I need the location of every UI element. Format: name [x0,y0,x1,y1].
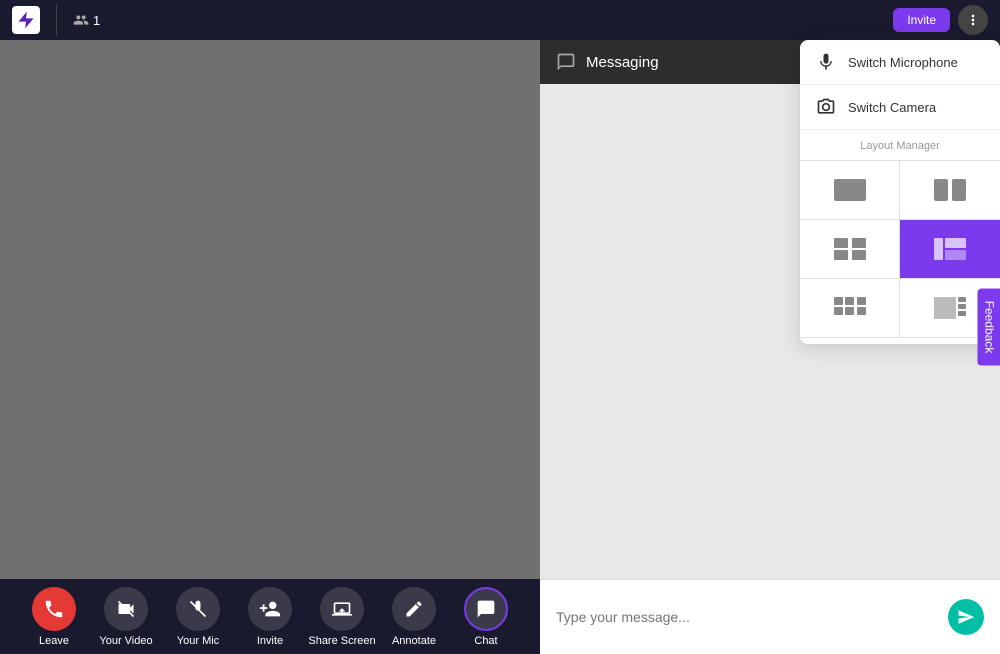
chat-button[interactable]: Chat [452,581,520,653]
share-screen-icon [320,587,364,631]
leave-icon [32,587,76,631]
your-video-button[interactable]: Your Video [92,581,160,653]
chat-label: Chat [474,635,497,647]
layout-split-h[interactable] [900,161,1000,220]
layout-grid [800,160,1000,338]
annotate-label: Annotate [392,635,436,647]
switch-camera-item[interactable]: Switch Camera [800,85,1000,130]
layout-manager-section: Layout Manager [800,130,1000,344]
your-mic-button[interactable]: Your Mic [164,581,232,653]
participant-count: 1 [73,12,100,28]
your-video-label: Your Video [99,635,152,647]
feedback-tab[interactable]: Feedback [978,289,1000,366]
chat-icon [464,587,508,631]
send-button[interactable] [948,599,984,635]
dropdown-menu: Switch Microphone Switch Camera Layout M… [800,40,1000,344]
message-input-wrapper [540,579,1000,654]
switch-camera-label: Switch Camera [848,100,936,115]
share-screen-label: Share Screen [308,635,375,647]
participant-count-label: 1 [93,13,100,28]
layout-manager-label: Layout Manager [800,136,1000,160]
feedback-label: Feedback [983,301,997,354]
message-input[interactable] [556,609,940,625]
bottom-toolbar: Leave Your Video Your Mic Invite [0,579,540,654]
layout-grid-4[interactable] [800,220,900,279]
app-logo [12,6,40,34]
invite-button[interactable]: Invite [893,8,950,32]
top-bar-right: Invite [893,5,988,35]
switch-microphone-label: Switch Microphone [848,55,958,70]
leave-button[interactable]: Leave [20,581,88,653]
top-bar-divider [56,5,57,35]
messaging-title: Messaging [586,54,659,71]
annotate-button[interactable]: Annotate [380,581,448,653]
more-button[interactable] [958,5,988,35]
annotate-icon [392,587,436,631]
leave-label: Leave [39,635,69,647]
invite-toolbar-button[interactable]: Invite [236,581,304,653]
top-bar: 1 Invite [0,0,1000,40]
your-video-icon [104,587,148,631]
your-mic-icon [176,587,220,631]
layout-sidebar-main[interactable] [900,220,1000,279]
invite-toolbar-label: Invite [257,635,283,647]
video-area [0,40,540,579]
invite-icon [248,587,292,631]
share-screen-button[interactable]: Share Screen [308,581,376,653]
your-mic-label: Your Mic [177,635,219,647]
layout-single[interactable] [800,161,900,220]
layout-grid-many[interactable] [800,279,900,338]
